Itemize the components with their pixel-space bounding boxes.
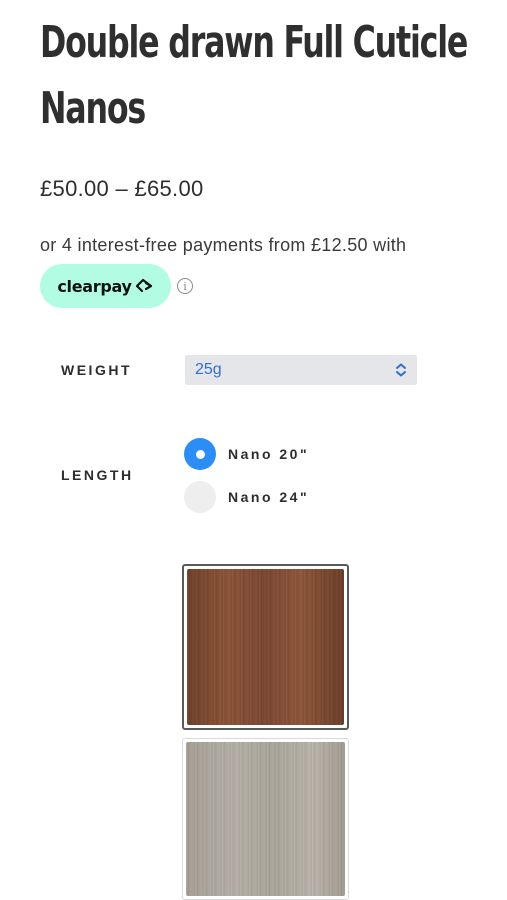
weight-label: WEIGHT (61, 362, 132, 378)
info-icon[interactable]: i (177, 278, 193, 294)
grey-blonde-hair-image (186, 742, 345, 896)
chevron-up-down-icon (396, 363, 406, 377)
length-option-label: Nano 24" (228, 489, 310, 505)
length-option-label: Nano 20" (228, 446, 310, 462)
clearpay-arrows-icon (135, 278, 152, 293)
radio-selected[interactable] (184, 438, 216, 470)
weight-select[interactable]: 25g (185, 355, 417, 385)
grey-blonde-hair-swatch[interactable] (182, 738, 349, 900)
length-option-nano-24[interactable]: Nano 24" (184, 481, 309, 513)
product-title: Double drawn Full Cuticle Nanos (40, 17, 468, 134)
weight-selected-value: 25g (195, 361, 222, 378)
installments-text: or 4 interest-free payments from £12.50 … (40, 235, 407, 255)
radio-unselected[interactable] (184, 481, 216, 513)
clearpay-row: clearpay i (40, 264, 193, 308)
length-label: LENGTH (61, 467, 134, 483)
brown-hair-swatch[interactable] (182, 564, 349, 730)
price-range: £50.00 – £65.00 (40, 176, 204, 201)
length-option-nano-20[interactable]: Nano 20" (184, 438, 309, 470)
brown-hair-image (187, 569, 344, 725)
clearpay-badge[interactable]: clearpay (40, 264, 171, 308)
clearpay-badge-label: clearpay (57, 276, 132, 296)
